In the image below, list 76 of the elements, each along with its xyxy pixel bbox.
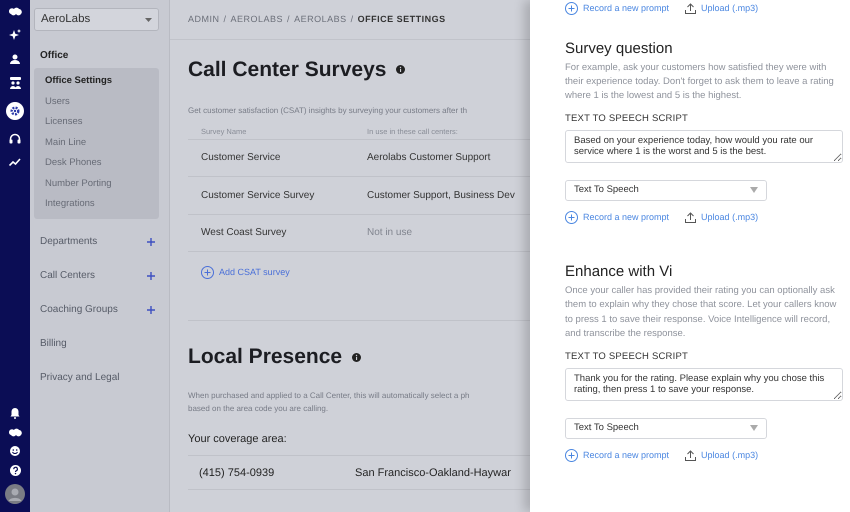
phone-number: (415) 754-0939 bbox=[198, 466, 276, 480]
page-title: Call Center Surveys bbox=[188, 57, 386, 83]
plus-icon[interactable] bbox=[147, 306, 155, 314]
caret-icon bbox=[750, 425, 758, 432]
headset-icon[interactable] bbox=[9, 133, 21, 145]
sidebar-item[interactable]: Office Settings bbox=[34, 71, 159, 92]
settings-icon[interactable] bbox=[6, 102, 24, 120]
sidebar-section[interactable]: Departments bbox=[34, 224, 159, 258]
section-title: Local Presence bbox=[188, 344, 342, 370]
plus-icon[interactable] bbox=[147, 272, 155, 280]
plus-circle-icon bbox=[201, 266, 214, 280]
description-line: based on the area code you are calling. bbox=[188, 402, 330, 415]
table-cell-text: West Coast Survey bbox=[200, 226, 288, 240]
upload-icon bbox=[685, 212, 696, 223]
breadcrumb-separator: / bbox=[224, 12, 227, 26]
section-heading: Survey question bbox=[565, 40, 674, 58]
sidebar-section[interactable]: Call Centers bbox=[34, 258, 159, 292]
caret-icon bbox=[750, 187, 758, 194]
plus-icon[interactable] bbox=[147, 238, 155, 246]
sidebar-item[interactable]: Main Line bbox=[34, 132, 159, 153]
bell-icon[interactable] bbox=[10, 407, 20, 419]
caret-icon bbox=[145, 18, 152, 22]
breadcrumb-link[interactable]: AEROLABS bbox=[230, 12, 284, 26]
breadcrumb-separator: / bbox=[350, 12, 354, 26]
help-icon[interactable] bbox=[10, 465, 20, 476]
upload-link[interactable]: Upload (.mp3) bbox=[685, 448, 758, 462]
section-description: Get customer satisfaction (CSAT) insights by surveying your customers after th bbox=[188, 104, 468, 116]
sidebar-item[interactable]: Integrations bbox=[34, 194, 159, 214]
plus-circle-icon bbox=[565, 210, 578, 224]
description-line: When purchased and applied to a Call Center, this will automatically select a ph bbox=[188, 390, 470, 402]
sparkle-icon[interactable] bbox=[9, 29, 21, 41]
trend-icon[interactable] bbox=[9, 158, 21, 166]
section-description: For example, ask your customers how satisfied they were with their experience today. Don't forget to ask them to leave a rating where 1 is the lowest and 5 is the highest. bbox=[565, 60, 835, 104]
avatar-icon[interactable] bbox=[5, 484, 25, 504]
sidebar-item[interactable]: Licenses bbox=[34, 112, 159, 132]
sidebar-section[interactable]: Coaching Groups bbox=[34, 292, 159, 326]
org-select[interactable]: AeroLabs bbox=[34, 8, 159, 31]
coverage-area: San Francisco-Oakland-Haywar bbox=[355, 464, 511, 481]
team-icon[interactable] bbox=[8, 77, 22, 89]
record-prompt-link[interactable]: Record a new prompt bbox=[565, 210, 670, 224]
upload-icon bbox=[685, 450, 696, 461]
plus-circle-icon bbox=[565, 2, 578, 16]
sidebar-item[interactable]: Desk Phones bbox=[34, 153, 159, 174]
info-icon[interactable] bbox=[352, 352, 362, 362]
breadcrumb-link[interactable]: AEROLABS bbox=[294, 12, 347, 26]
plus-circle-icon bbox=[565, 448, 578, 462]
record-prompt-link[interactable]: Record a new prompt bbox=[565, 448, 670, 462]
table-cell-text: Customer Support, Business Dev bbox=[367, 188, 515, 203]
sidebar-section[interactable]: Privacy and Legal bbox=[34, 360, 159, 394]
section-description: Once your caller has provided their rating you can optionally ask them to explain why they chose that score. Let your callers know to press 1 to save their response. Voice Intelligence will record, and transcribe the response. bbox=[565, 284, 838, 342]
person-icon[interactable] bbox=[10, 54, 20, 64]
info-icon[interactable] bbox=[396, 65, 406, 74]
smiley-icon[interactable] bbox=[9, 445, 21, 457]
sidebar-item[interactable]: Users bbox=[34, 92, 159, 112]
table-cell-text: Customer Service bbox=[200, 151, 282, 166]
field-label: TEXT TO SPEECH SCRIPT bbox=[565, 112, 689, 126]
table-cell-text: Aerolabs Customer Support bbox=[367, 151, 490, 166]
sidebar-section[interactable]: Office bbox=[34, 48, 159, 63]
upload-link[interactable]: Upload (.mp3) bbox=[685, 2, 758, 16]
table-cell-text: Not in use bbox=[367, 226, 412, 240]
script-field[interactable]: Based on your experience today, how would you rate our service where 1 is the worst and 5 is the best. bbox=[565, 130, 843, 163]
table-cell-text: Customer Service Survey bbox=[200, 188, 316, 203]
sidebar-item[interactable]: Number Porting bbox=[34, 174, 159, 194]
upload-link[interactable]: Upload (.mp3) bbox=[685, 210, 758, 224]
breadcrumb-separator: / bbox=[287, 12, 290, 26]
add-survey-link[interactable]: Add CSAT survey bbox=[201, 266, 290, 280]
record-prompt-link[interactable]: Record a new prompt bbox=[565, 2, 670, 16]
breadcrumb-link[interactable]: ADMIN bbox=[188, 12, 220, 26]
prompt-type-select[interactable]: Text To Speech bbox=[565, 180, 767, 201]
section-heading: Enhance with Vi bbox=[565, 263, 674, 282]
script-field[interactable]: Thank you for the rating. Please explain why you chose this rating, then press 1 to save your response. bbox=[565, 368, 843, 401]
coverage-label: Your coverage area: bbox=[188, 432, 288, 447]
upload-icon bbox=[685, 3, 696, 14]
field-label: TEXT TO SPEECH SCRIPT bbox=[565, 350, 689, 364]
sidebar-section[interactable]: Billing bbox=[34, 326, 159, 360]
prompt-type-select[interactable]: Text To Speech bbox=[565, 418, 767, 439]
